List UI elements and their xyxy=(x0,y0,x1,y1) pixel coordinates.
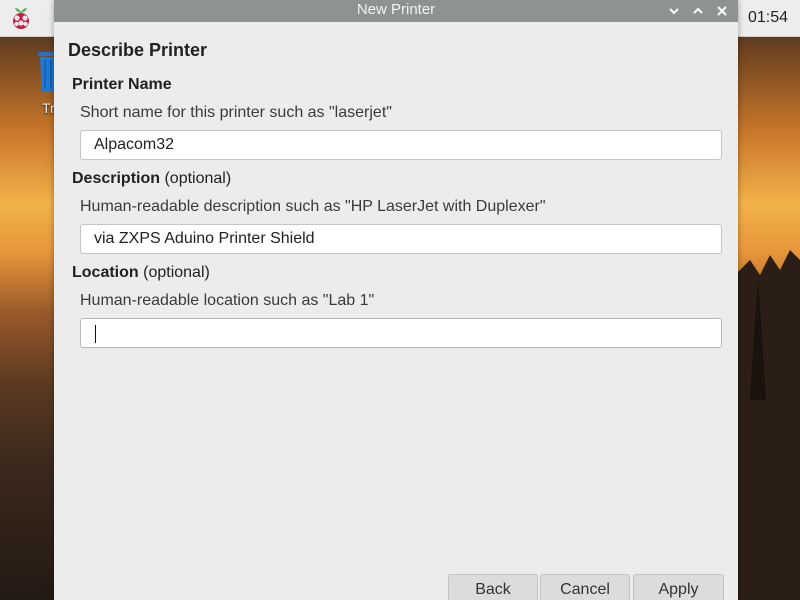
location-label-text: Location xyxy=(72,264,139,281)
trash-label: Tr xyxy=(42,100,55,116)
location-label: Location (optional) xyxy=(72,264,210,282)
printer-name-label-text: Printer Name xyxy=(72,76,172,93)
description-input[interactable] xyxy=(80,224,722,254)
back-button[interactable]: Back xyxy=(448,574,538,600)
wallpaper-silhouette xyxy=(730,250,800,600)
close-button[interactable] xyxy=(712,1,732,21)
maximize-button[interactable] xyxy=(688,1,708,21)
window-titlebar[interactable]: New Printer xyxy=(54,0,738,22)
description-label: Description (optional) xyxy=(72,170,231,188)
printer-name-label: Printer Name xyxy=(72,76,172,94)
raspberry-pi-icon xyxy=(13,8,29,29)
apply-button[interactable]: Apply xyxy=(633,574,724,600)
printer-name-hint: Short name for this printer such as "las… xyxy=(80,104,392,121)
description-hint: Human-readable description such as "HP L… xyxy=(80,198,546,215)
page-title: Describe Printer xyxy=(68,40,208,60)
close-icon xyxy=(717,6,727,16)
dialog-content: Describe Printer Printer Name Short name… xyxy=(54,22,738,600)
printer-name-input[interactable] xyxy=(80,130,722,160)
description-optional: (optional) xyxy=(164,170,232,187)
location-hint: Human-readable location such as "Lab 1" xyxy=(80,292,375,309)
description-label-text: Description xyxy=(72,170,161,187)
minimize-button[interactable] xyxy=(664,1,684,21)
location-input[interactable] xyxy=(80,318,722,348)
raspberry-menu-button[interactable] xyxy=(3,2,39,34)
text-caret xyxy=(95,325,96,343)
new-printer-window: New Printer Describe Printer Printer Nam… xyxy=(54,0,738,600)
chevron-up-icon xyxy=(693,7,703,14)
panel-clock[interactable]: 01:54 xyxy=(748,0,788,36)
window-title: New Printer xyxy=(356,1,436,18)
chevron-down-icon xyxy=(669,8,679,15)
cancel-button[interactable]: Cancel xyxy=(540,574,630,600)
location-optional: (optional) xyxy=(143,264,210,281)
